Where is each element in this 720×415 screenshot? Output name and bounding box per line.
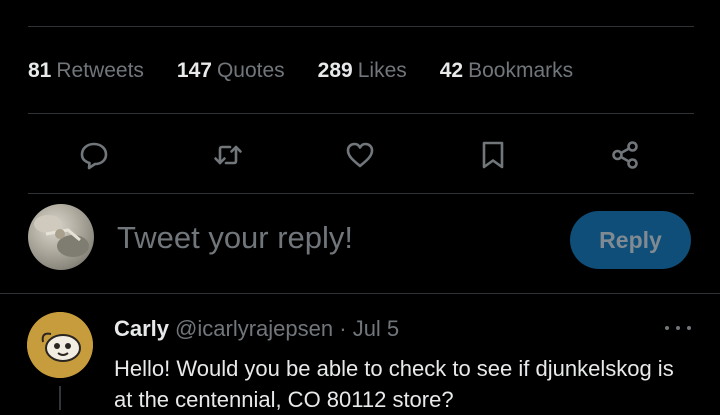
share-action-button[interactable] (603, 133, 647, 177)
bookmark-icon (482, 141, 504, 169)
more-dot (665, 326, 669, 330)
stats-divider (28, 113, 694, 114)
reply-author-avatar[interactable] (27, 312, 93, 378)
stat-likes-count: 289 (317, 59, 353, 82)
avatar-illustration (27, 312, 93, 378)
stat-quotes-label: Quotes (216, 59, 285, 82)
stat-bookmarks[interactable]: 42 Bookmarks (440, 59, 573, 83)
reply-author-handle[interactable]: @icarlyrajepsen (175, 316, 333, 341)
reply-tweet[interactable]: Carly @icarlyrajepsen · Jul 5 Hello! Woul… (0, 294, 720, 412)
reply-author-name[interactable]: Carly (114, 316, 169, 341)
like-action-button[interactable] (338, 133, 382, 177)
heart-icon (346, 142, 374, 168)
stat-retweets-label: Retweets (56, 59, 144, 82)
tweet-actions-bar (0, 133, 720, 177)
reply-input[interactable]: Tweet your reply! (117, 220, 353, 256)
reply-action-button[interactable] (72, 133, 116, 177)
speech-bubble-icon (80, 142, 108, 170)
reply-text: Hello! Would you be able to check to see… (114, 356, 674, 412)
reply-header: Carly @icarlyrajepsen · Jul 5 (114, 316, 399, 342)
stat-likes-label: Likes (357, 59, 407, 82)
stat-quotes[interactable]: 147 Quotes (177, 59, 285, 83)
stat-bookmarks-count: 42 (439, 59, 464, 82)
stat-quotes-count: 147 (176, 59, 212, 82)
bookmark-action-button[interactable] (471, 133, 515, 177)
reply-date[interactable]: Jul 5 (353, 316, 399, 341)
top-divider (28, 26, 694, 27)
reply-header-separator: · (339, 316, 347, 341)
retweet-arrows-icon (214, 145, 242, 165)
thread-connector-line (59, 386, 61, 410)
more-options-icon[interactable] (665, 322, 691, 334)
stat-bookmarks-label: Bookmarks (468, 59, 574, 82)
reply-composer: Tweet your reply! Reply (0, 200, 720, 284)
more-dot (676, 326, 680, 330)
actions-divider (28, 193, 694, 194)
avatar-photo (34, 215, 89, 257)
user-avatar[interactable] (28, 204, 94, 270)
more-dot (687, 326, 691, 330)
stat-retweets[interactable]: 81 Retweets (28, 59, 144, 83)
stat-likes[interactable]: 289 Likes (318, 59, 407, 83)
stat-retweets-count: 81 (28, 59, 52, 82)
tweet-stats-bar: 81 Retweets 147 Quotes 289 Likes 42 Bookmark… (28, 57, 606, 85)
share-nodes-icon (612, 141, 638, 169)
retweet-action-button[interactable] (206, 133, 250, 177)
reply-submit-button[interactable]: Reply (570, 211, 691, 269)
